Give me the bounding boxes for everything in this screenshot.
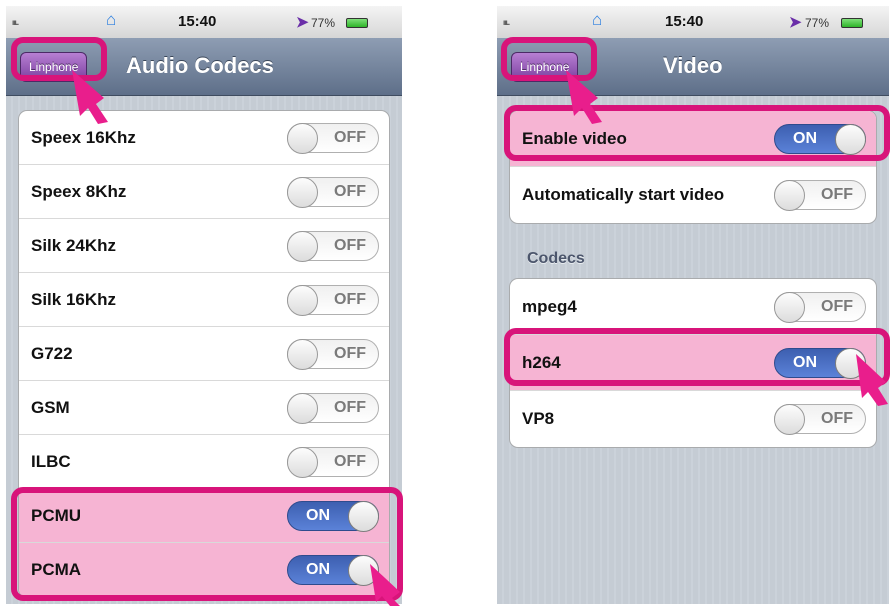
toggle-knob xyxy=(287,284,318,316)
setting-row: Speex 8Khz OFF xyxy=(19,165,389,219)
setting-row: Automatically start video OFF xyxy=(510,167,876,223)
status-time: 15:40 xyxy=(665,13,704,30)
page-title: Video xyxy=(663,53,723,78)
wifi-icon: ⌂ xyxy=(106,10,117,29)
setting-row: h264 ON xyxy=(510,335,876,391)
setting-label: G722 xyxy=(31,343,73,363)
toggle-switch[interactable]: OFF xyxy=(287,446,379,478)
location-icon: ➤ xyxy=(789,14,802,31)
setting-label: VP8 xyxy=(522,409,555,428)
back-button[interactable]: Linphone xyxy=(20,52,88,82)
setting-label: ILBC xyxy=(31,451,71,471)
setting-row: Enable video ON xyxy=(510,111,876,167)
setting-label: Speex 16Khz xyxy=(31,127,136,147)
video-settings-screen: ııı.. ⌂ 15:40 ➤ 77% Linphone Video Enabl… xyxy=(497,6,889,604)
setting-row: PCMA ON xyxy=(19,543,389,597)
battery-icon xyxy=(346,18,368,28)
battery-percent: 77% xyxy=(311,16,336,30)
codec-list: Speex 16Khz OFF Speex 8Khz OFF Silk 24Khz OFF… xyxy=(18,110,390,598)
toggle-state-label: OFF xyxy=(334,452,366,470)
toggle-switch[interactable]: OFF xyxy=(287,284,379,316)
setting-row: Silk 24Khz OFF xyxy=(19,219,389,273)
toggle-knob xyxy=(774,180,805,211)
location-icon: ➤ xyxy=(296,14,309,31)
back-button[interactable]: Linphone xyxy=(511,52,579,82)
audio-codecs-screen: ııı.. ⌂ 15:40 ➤ 77% Linphone Audio Codec… xyxy=(6,6,402,604)
toggle-state-label: ON xyxy=(306,506,330,524)
video-toggles: Enable video ON Automatically start video O… xyxy=(509,110,877,224)
toggle-state-label: OFF xyxy=(334,236,366,254)
toggle-knob xyxy=(287,338,318,370)
toggle-switch[interactable]: OFF xyxy=(774,291,866,323)
toggle-switch[interactable]: ON xyxy=(774,347,866,379)
toggle-switch[interactable]: OFF xyxy=(774,180,866,211)
setting-row: Speex 16Khz OFF xyxy=(19,111,389,165)
setting-label: h264 xyxy=(522,352,561,372)
toggle-state-label: OFF xyxy=(821,186,853,203)
setting-row: VP8 OFF xyxy=(510,391,876,447)
setting-label: PCMA xyxy=(31,560,82,579)
setting-label: PCMU xyxy=(31,505,82,525)
setting-label: Enable video xyxy=(522,128,627,148)
toggle-knob xyxy=(287,176,318,208)
toggle-switch[interactable]: OFF xyxy=(287,176,379,208)
toggle-knob xyxy=(287,446,318,478)
battery-icon xyxy=(841,18,863,28)
wifi-icon: ⌂ xyxy=(592,10,603,29)
navigation-bar: Linphone Audio Codecs xyxy=(6,38,402,96)
toggle-knob xyxy=(835,123,866,155)
setting-row: ILBC OFF xyxy=(19,435,389,489)
toggle-knob xyxy=(774,291,805,323)
status-bar: ııı.. ⌂ 15:40 ➤ 77% xyxy=(497,6,889,38)
toggle-switch[interactable]: OFF xyxy=(287,338,379,370)
setting-row: PCMU ON xyxy=(19,489,389,543)
toggle-state-label: OFF xyxy=(334,182,366,200)
setting-label: GSM xyxy=(31,397,70,417)
toggle-state-label: OFF xyxy=(334,344,366,362)
toggle-knob xyxy=(287,392,318,424)
toggle-state-label: ON xyxy=(793,353,817,371)
toggle-switch[interactable]: ON xyxy=(287,500,379,532)
toggle-switch[interactable]: OFF xyxy=(287,392,379,424)
section-header-codecs: Codecs xyxy=(527,250,585,267)
toggle-switch[interactable]: OFF xyxy=(287,122,379,154)
video-codec-list: mpeg4 OFF h264 ON VP8 OFF xyxy=(509,278,877,448)
navigation-bar: Linphone Video xyxy=(497,38,889,96)
toggle-knob xyxy=(287,122,318,154)
page-title: Audio Codecs xyxy=(126,53,274,78)
setting-label: Silk 24Khz xyxy=(31,235,117,255)
toggle-state-label: OFF xyxy=(334,290,366,308)
setting-row: GSM OFF xyxy=(19,381,389,435)
signal-icon: ııı.. xyxy=(12,18,19,27)
signal-icon: ııı.. xyxy=(503,18,510,27)
setting-label: Speex 8Khz xyxy=(31,181,127,201)
toggle-knob xyxy=(348,555,379,586)
toggle-switch[interactable]: OFF xyxy=(287,230,379,262)
toggle-knob xyxy=(774,404,805,435)
setting-row: mpeg4 OFF xyxy=(510,279,876,335)
toggle-knob xyxy=(348,500,379,532)
setting-label: Automatically start video xyxy=(522,185,725,204)
toggle-state-label: OFF xyxy=(334,398,366,416)
status-bar: ııı.. ⌂ 15:40 ➤ 77% xyxy=(6,6,402,38)
toggle-switch[interactable]: ON xyxy=(774,123,866,155)
toggle-knob xyxy=(835,347,866,379)
toggle-state-label: OFF xyxy=(334,128,366,146)
toggle-state-label: OFF xyxy=(821,410,853,427)
battery-percent: 77% xyxy=(805,16,830,30)
toggle-switch[interactable]: ON xyxy=(287,555,379,586)
setting-row: Silk 16Khz OFF xyxy=(19,273,389,327)
toggle-state-label: OFF xyxy=(821,297,853,315)
toggle-state-label: ON xyxy=(793,129,817,147)
setting-label: mpeg4 xyxy=(522,296,577,316)
setting-row: G722 OFF xyxy=(19,327,389,381)
toggle-knob xyxy=(287,230,318,262)
toggle-state-label: ON xyxy=(306,561,330,578)
setting-label: Silk 16Khz xyxy=(31,289,117,309)
toggle-switch[interactable]: OFF xyxy=(774,404,866,435)
status-time: 15:40 xyxy=(178,13,217,30)
